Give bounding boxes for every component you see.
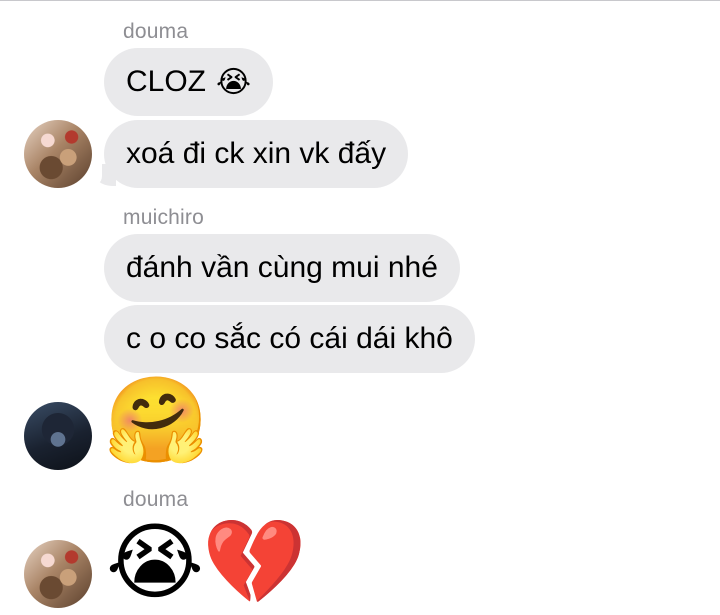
broken-heart-emoji[interactable]: 💔 (202, 520, 307, 604)
hugging-face-emoji[interactable]: 🤗 (104, 378, 209, 462)
sender-name-muichiro: muichiro (123, 206, 204, 229)
message-bubble[interactable]: đánh vần cùng mui nhé (104, 234, 460, 302)
message-bubble[interactable]: CLOZ 😭 (104, 48, 274, 116)
message-text: xoá đi ck xin vk đấy (126, 137, 387, 170)
message-text: đánh vần cùng mui nhé (126, 251, 438, 284)
douma-avatar[interactable] (24, 540, 92, 608)
crying-face-emoji: 😭 (216, 65, 252, 99)
muichiro-avatar[interactable] (24, 402, 92, 470)
douma-avatar[interactable] (24, 120, 92, 188)
message-text: CLOZ (126, 65, 207, 98)
message-bubble[interactable]: c o co sắc có cái dái khô (104, 305, 475, 373)
top-divider (0, 0, 720, 1)
sender-name-douma: douma (123, 20, 189, 43)
crying-face-emoji[interactable]: 😭 (106, 520, 204, 604)
message-bubble[interactable]: xoá đi ck xin vk đấy (104, 120, 409, 188)
sender-name-douma: douma (123, 488, 189, 511)
message-text: c o co sắc có cái dái khô (126, 322, 453, 355)
